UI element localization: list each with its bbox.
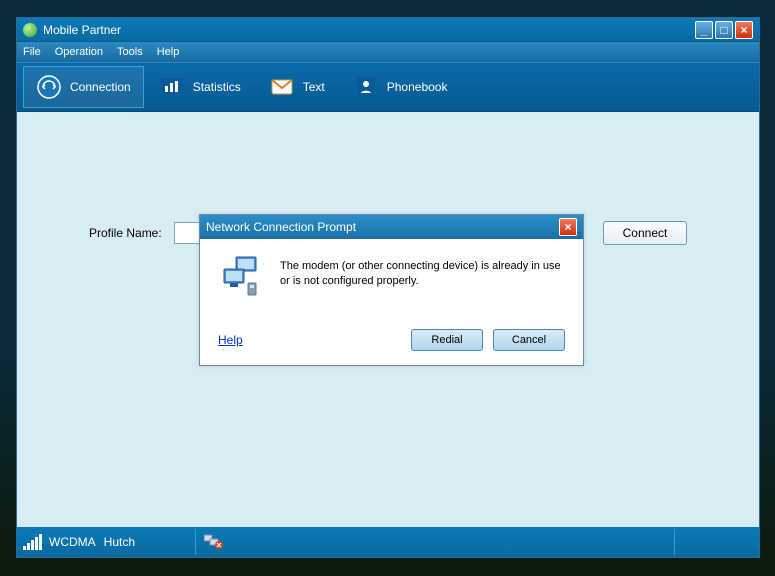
tab-statistics[interactable]: Statistics (146, 66, 254, 108)
cancel-button[interactable]: Cancel (493, 329, 565, 351)
phonebook-icon (353, 74, 379, 100)
connect-button[interactable]: Connect (603, 221, 687, 245)
signal-icon (23, 534, 43, 550)
redial-button[interactable]: Redial (411, 329, 483, 351)
connection-status-icon (204, 533, 224, 552)
menu-file[interactable]: File (23, 46, 41, 58)
app-title: Mobile Partner (43, 23, 693, 37)
toolbar: Connection Statistics Text Phonebook (17, 62, 759, 112)
tab-connection-label: Connection (70, 80, 131, 94)
statusbar-divider (674, 529, 675, 555)
profile-label: Profile Name: (89, 226, 162, 240)
dialog-close-button[interactable]: × (559, 218, 577, 236)
tab-phonebook-label: Phonebook (387, 80, 448, 94)
minimize-button[interactable]: _ (695, 21, 713, 39)
status-bar: WCDMA Hutch (17, 527, 759, 557)
tab-connection[interactable]: Connection (23, 66, 144, 108)
statusbar-divider (195, 529, 196, 555)
menu-tools[interactable]: Tools (117, 46, 143, 58)
statistics-icon (159, 74, 185, 100)
tab-phonebook[interactable]: Phonebook (340, 66, 461, 108)
dialog-body: The modem (or other connecting device) i… (200, 239, 583, 365)
maximize-button[interactable]: □ (715, 21, 733, 39)
dialog-message: The modem (or other connecting device) i… (280, 253, 565, 290)
app-window: Mobile Partner _ □ × File Operation Tool… (16, 17, 760, 558)
status-operator: Hutch (104, 535, 135, 549)
title-bar[interactable]: Mobile Partner _ □ × (17, 18, 759, 42)
tab-statistics-label: Statistics (193, 80, 241, 94)
status-network: WCDMA (49, 535, 96, 549)
close-button[interactable]: × (735, 21, 753, 39)
connection-icon (36, 74, 62, 100)
computers-icon (218, 253, 266, 301)
app-icon (23, 23, 37, 37)
dialog-title: Network Connection Prompt (206, 220, 559, 234)
tab-text-label: Text (303, 80, 325, 94)
dialog-network-connection-prompt: Network Connection Prompt × (199, 214, 584, 366)
menu-operation[interactable]: Operation (55, 46, 103, 58)
text-icon (269, 74, 295, 100)
content-area: Profile Name: Connect Network Connection… (17, 112, 759, 527)
dialog-title-bar[interactable]: Network Connection Prompt × (200, 215, 583, 239)
menu-bar: File Operation Tools Help (17, 42, 759, 62)
tab-text[interactable]: Text (256, 66, 338, 108)
menu-help[interactable]: Help (157, 46, 180, 58)
dialog-help-link[interactable]: Help (218, 333, 243, 347)
